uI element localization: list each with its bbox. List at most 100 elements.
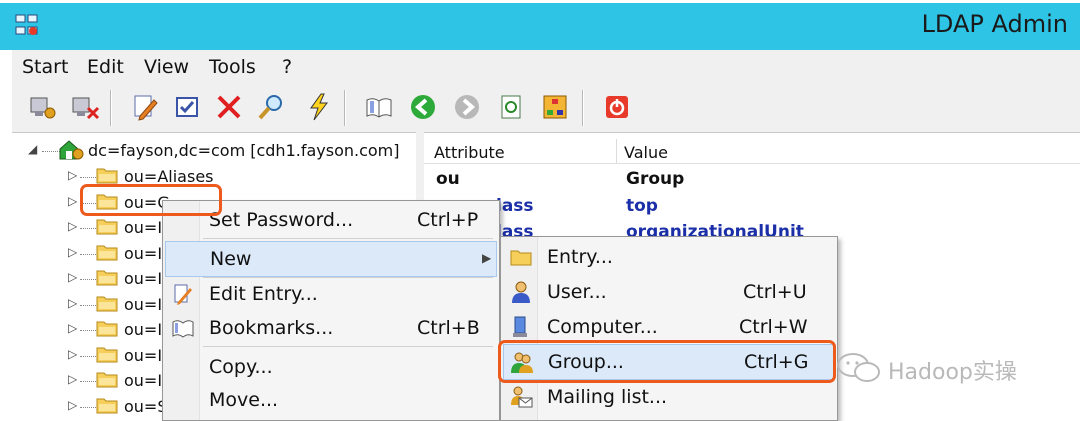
folder-icon bbox=[96, 321, 118, 337]
quick-search-icon[interactable] bbox=[304, 92, 334, 122]
column-value[interactable]: Value bbox=[624, 143, 668, 162]
watermark-text: Hadoop实操 bbox=[888, 360, 1017, 385]
connect-icon[interactable] bbox=[28, 92, 58, 122]
menu-item-shortcut: Ctrl+P bbox=[417, 209, 479, 231]
expand-icon[interactable]: ▷ bbox=[68, 245, 77, 259]
highlight-callout bbox=[498, 340, 836, 383]
submenu-arrow-icon: ▶ bbox=[482, 251, 492, 265]
highlight-callout bbox=[80, 184, 222, 216]
menu-item-label: Edit Entry... bbox=[209, 283, 318, 305]
expand-icon[interactable]: ▷ bbox=[68, 321, 77, 335]
menu-item-edit-entry[interactable]: Edit Entry... bbox=[165, 277, 495, 311]
menu-help[interactable]: ? bbox=[282, 56, 292, 78]
submenu-item-mailing-list[interactable]: Mailing list... bbox=[503, 380, 833, 414]
folder-icon bbox=[96, 296, 118, 311]
expand-icon[interactable]: ▷ bbox=[68, 168, 77, 182]
bookmarks-icon[interactable] bbox=[364, 92, 394, 122]
home-icon bbox=[59, 140, 84, 160]
column-attribute[interactable]: Attribute bbox=[434, 143, 505, 162]
forward-icon[interactable] bbox=[452, 92, 482, 122]
refresh-icon[interactable] bbox=[496, 92, 526, 122]
menu-item-shortcut: Ctrl+B bbox=[417, 317, 480, 339]
collapse-icon[interactable]: ◢ bbox=[28, 142, 37, 156]
title-bar bbox=[0, 0, 1080, 50]
submenu-item-user[interactable]: User... Ctrl+U bbox=[503, 275, 833, 309]
tree-root[interactable]: ◢ dc=fayson,dc=com [cdh1.fayson.com] bbox=[26, 139, 416, 163]
menu-edit[interactable]: Edit bbox=[87, 56, 124, 78]
menu-tools[interactable]: Tools bbox=[209, 56, 256, 78]
attr-cell[interactable]: ou bbox=[436, 169, 460, 189]
tree-root-label: dc=fayson,dc=com [cdh1.fayson.com] bbox=[88, 141, 400, 160]
menu-item-label: Computer... bbox=[547, 316, 658, 338]
expand-icon[interactable]: ▷ bbox=[68, 194, 77, 208]
folder-icon bbox=[96, 270, 118, 286]
menu-bar: Start Edit View Tools ? bbox=[12, 50, 1080, 82]
tree-node-label: ou=S bbox=[124, 396, 168, 416]
expand-icon[interactable]: ▷ bbox=[68, 347, 77, 361]
expand-icon[interactable]: ▷ bbox=[68, 270, 77, 284]
tree-node-label: ou=I bbox=[124, 218, 163, 237]
tree-node-label: ou=I bbox=[124, 320, 163, 339]
mailing-list-icon bbox=[511, 386, 533, 408]
menu-item-shortcut: Ctrl+W bbox=[739, 316, 808, 338]
toolbar bbox=[12, 84, 1080, 130]
menu-item-copy[interactable]: Copy... bbox=[165, 350, 495, 384]
tree-node-label: ou=I bbox=[124, 371, 163, 390]
attr-cell[interactable]: lass bbox=[496, 196, 534, 216]
tree-node-label: ou=I bbox=[124, 345, 163, 365]
menu-separator bbox=[203, 238, 493, 239]
toolbar-separator bbox=[344, 90, 346, 126]
wechat-icon bbox=[837, 353, 880, 382]
folder-icon bbox=[96, 372, 118, 388]
submenu-item-computer[interactable]: Computer... Ctrl+W bbox=[503, 310, 833, 344]
expand-icon[interactable]: ▷ bbox=[68, 296, 77, 310]
properties-icon[interactable] bbox=[172, 92, 202, 122]
column-separator bbox=[616, 139, 617, 163]
new-submenu: Entry... User... Ctrl+U Computer... Ctrl… bbox=[500, 236, 838, 421]
menu-item-label: Bookmarks... bbox=[209, 317, 334, 339]
user-icon bbox=[512, 281, 530, 303]
folder-icon bbox=[96, 398, 118, 413]
exit-icon[interactable] bbox=[602, 92, 632, 122]
menu-item-label: Entry... bbox=[547, 246, 613, 268]
grid-header: Attribute Value bbox=[424, 137, 1080, 164]
menu-item-shortcut: Ctrl+U bbox=[743, 281, 807, 303]
menu-item-move[interactable]: Move... bbox=[165, 383, 495, 417]
edit-icon[interactable] bbox=[130, 92, 160, 122]
search-icon[interactable] bbox=[256, 92, 286, 122]
tree-node-label: ou=I bbox=[124, 269, 163, 288]
menu-separator bbox=[203, 346, 493, 347]
window-title: LDAP Admin bbox=[921, 10, 1068, 38]
menu-item-label: Mailing list... bbox=[547, 386, 668, 408]
tree-node-label: ou=I bbox=[124, 294, 163, 314]
expand-icon[interactable]: ▷ bbox=[68, 219, 77, 233]
back-icon[interactable] bbox=[408, 92, 438, 122]
menu-item-label: Move... bbox=[209, 389, 279, 411]
menu-start[interactable]: Start bbox=[22, 56, 68, 78]
toolbar-separator bbox=[110, 90, 112, 126]
menu-item-label: New bbox=[210, 248, 252, 270]
folder-icon bbox=[96, 219, 118, 235]
expand-icon[interactable]: ▷ bbox=[68, 398, 77, 412]
folder-icon bbox=[96, 245, 118, 260]
edit-icon bbox=[174, 284, 192, 305]
menu-item-label: Copy... bbox=[209, 356, 273, 378]
menu-item-new[interactable]: New ▶ bbox=[165, 241, 497, 277]
value-cell[interactable]: top bbox=[626, 196, 658, 216]
top-strip bbox=[0, 0, 1080, 3]
toolbar-separator bbox=[582, 90, 584, 126]
computer-icon bbox=[513, 316, 527, 337]
menu-item-label: Set Password... bbox=[209, 209, 354, 231]
schema-icon[interactable] bbox=[540, 92, 570, 122]
menu-item-bookmarks[interactable]: Bookmarks... Ctrl+B bbox=[165, 311, 495, 345]
disconnect-icon[interactable] bbox=[70, 92, 100, 122]
app-icon bbox=[15, 14, 38, 35]
submenu-item-entry[interactable]: Entry... bbox=[503, 240, 833, 274]
folder-icon bbox=[510, 250, 532, 266]
menu-view[interactable]: View bbox=[144, 56, 189, 78]
folder-icon bbox=[96, 168, 118, 184]
expand-icon[interactable]: ▷ bbox=[68, 372, 77, 386]
delete-icon[interactable] bbox=[214, 92, 244, 122]
value-cell[interactable]: Group bbox=[626, 169, 684, 189]
bookmarks-icon bbox=[172, 320, 194, 338]
